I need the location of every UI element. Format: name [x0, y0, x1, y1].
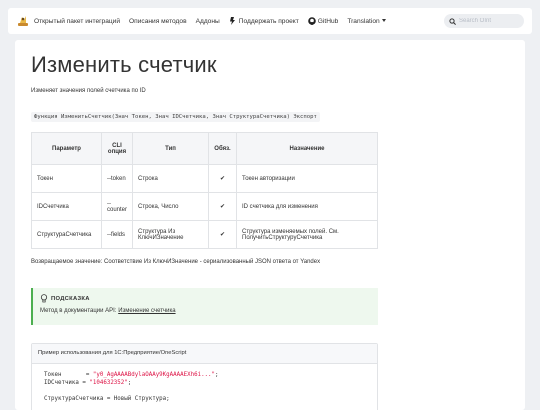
- tip-header: ПОДСКАЗКА: [40, 294, 371, 303]
- tip-text: Метод в документации API:: [40, 308, 119, 314]
- nav-item-translation[interactable]: Translation: [347, 17, 386, 25]
- table-cell: Строка: [132, 164, 210, 193]
- tip-body: Метод в документации API: Изменение счет…: [40, 308, 371, 314]
- table-cell: --fields: [100, 220, 134, 249]
- tip-title: ПОДСКАЗКА: [51, 295, 90, 302]
- table-cell: --counter: [100, 192, 134, 221]
- brand-logo-icon[interactable]: [16, 14, 30, 28]
- nav-item-addons[interactable]: Аддоны: [196, 18, 220, 25]
- code-var: Токен =: [44, 372, 93, 378]
- return-value-text: Возвращаемое значение: Соответствие Из К…: [31, 259, 321, 265]
- function-signature: Функция ИзменитьСчетчик(Знач Токен, Знач…: [31, 112, 320, 122]
- table-row: СтруктураСчетчика --fields Структура Из …: [31, 220, 378, 249]
- required-check-icon: ✔: [208, 192, 238, 221]
- required-check-icon: ✔: [208, 220, 238, 249]
- column-header: Параметр: [31, 132, 102, 165]
- nav-item-github-label: GitHub: [317, 17, 339, 25]
- table-cell: IDСчетчика: [31, 192, 102, 221]
- nav-item-translation-label: Translation: [347, 17, 380, 25]
- column-header: Тип: [132, 132, 210, 165]
- table-cell: Токен: [31, 164, 102, 193]
- code-string: "y0_AgAAAABdylaOAAy9KgAAAAEXh6i...": [92, 372, 216, 378]
- chevron-down-icon: [381, 19, 386, 23]
- table-row: Токен --token Строка ✔ Токен авторизации: [31, 164, 378, 193]
- table-cell: --token: [100, 164, 134, 193]
- table-cell: Структура Из КлючИЗначение: [132, 220, 210, 249]
- code-block[interactable]: Токен = "y0_AgAAAABdylaOAAy9KgAAAAEXh6i.…: [32, 364, 377, 410]
- code-var: IDСчетчика =: [44, 380, 90, 386]
- lightbulb-icon: [40, 294, 48, 303]
- api-docs-link[interactable]: Изменение счетчика: [118, 308, 175, 314]
- column-header: Назначение: [236, 132, 378, 165]
- search-input[interactable]: [459, 18, 519, 24]
- table-cell: Строка, Число: [132, 192, 210, 221]
- search-icon: [449, 17, 456, 25]
- nav-item-package[interactable]: Открытый пакет интеграций: [34, 18, 120, 25]
- github-icon: [307, 17, 316, 25]
- article: Изменить счетчик Изменяет значения полей…: [31, 52, 393, 410]
- code-example-title: Пример использования для 1С:Предприятие/…: [32, 344, 377, 364]
- tip-admonition: ПОДСКАЗКА Метод в документации API: Изме…: [31, 288, 378, 325]
- nav-item-support-label: Поддержать проект: [238, 17, 299, 25]
- nav-item-methods[interactable]: Описания методов: [129, 18, 187, 25]
- column-header: Обяз.: [208, 132, 238, 165]
- table-cell: СтруктураСчетчика: [31, 220, 102, 249]
- column-header: CLI опция: [100, 132, 134, 165]
- table-cell: Структура изменяемых полей. См. Получить…: [236, 220, 378, 249]
- page-title: Изменить счетчик: [31, 52, 217, 77]
- page-description: Изменяет значения полей счетчика по ID: [31, 88, 146, 94]
- code-string: "104632352": [89, 380, 128, 386]
- search-box[interactable]: [444, 14, 524, 28]
- table-row: IDСчетчика --counter Строка, Число ✔ ID …: [31, 192, 378, 221]
- table-header-row: Параметр CLI опция Тип Обяз. Назначение: [31, 132, 378, 165]
- nav-item-github[interactable]: GitHub: [307, 17, 339, 25]
- top-navbar: Открытый пакет интеграций Описания метод…: [8, 8, 532, 34]
- main-content-card: Изменить счетчик Изменяет значения полей…: [15, 40, 525, 410]
- code-example-block: Пример использования для 1С:Предприятие/…: [31, 343, 378, 410]
- boosty-icon: [229, 17, 235, 25]
- code-line: СтруктураСчетчика = Новый Структура;: [44, 396, 170, 402]
- table-cell: Токен авторизации: [236, 164, 378, 193]
- table-cell: ID счетчика для изменения: [236, 192, 378, 221]
- required-check-icon: ✔: [208, 164, 238, 193]
- nav-item-support[interactable]: Поддержать проект: [229, 17, 299, 25]
- parameters-table: Параметр CLI опция Тип Обяз. Назначение …: [31, 132, 378, 249]
